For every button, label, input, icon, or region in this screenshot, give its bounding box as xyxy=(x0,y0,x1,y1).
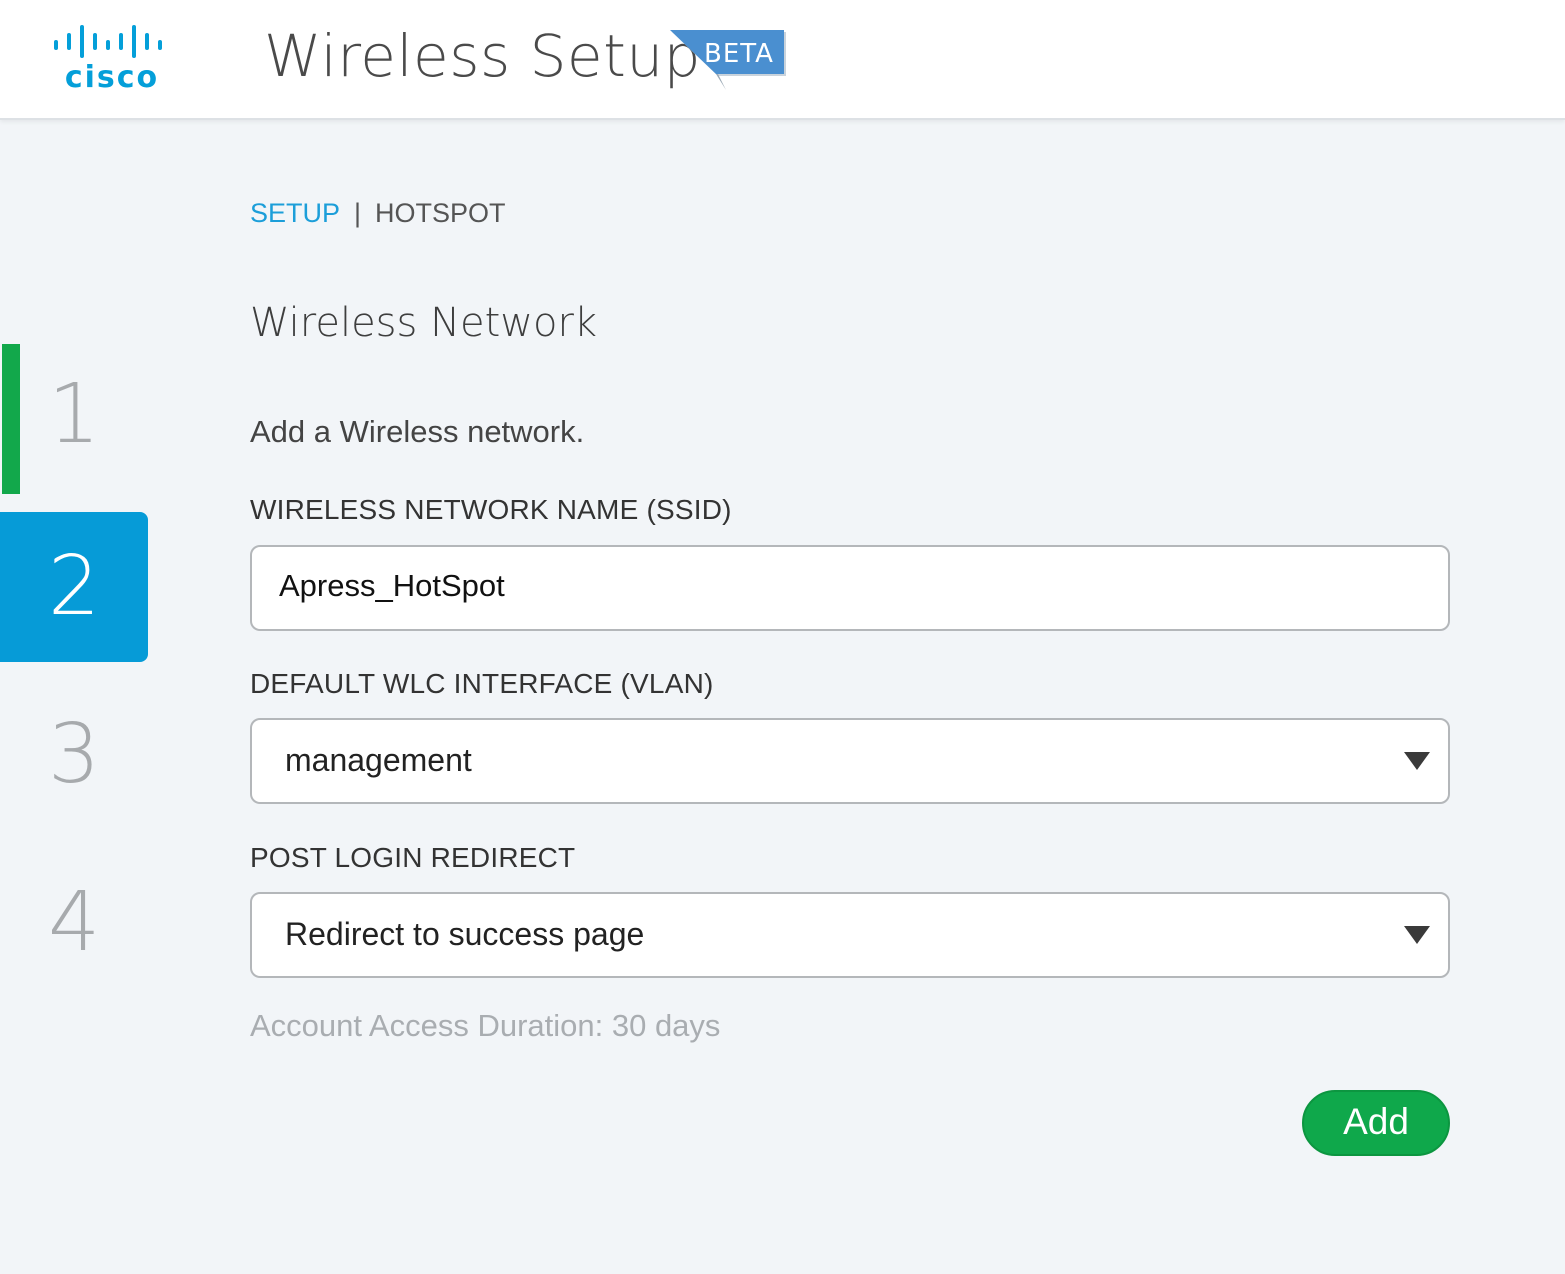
page-title: Wireless Network xyxy=(250,300,598,346)
form-intro: Add a Wireless network. xyxy=(250,414,585,449)
ssid-field[interactable] xyxy=(250,545,1450,631)
breadcrumb-setup-link[interactable]: SETUP xyxy=(250,198,340,228)
access-duration-note: Account Access Duration: 30 days xyxy=(250,1008,721,1043)
ssid-input[interactable] xyxy=(279,568,1379,604)
step-3[interactable]: 3 xyxy=(0,680,148,830)
app-header: cisco Wireless Setup BETA xyxy=(0,0,1565,120)
step-2-active[interactable]: 2 xyxy=(0,512,148,662)
beta-label: BETA xyxy=(704,39,774,69)
cisco-logo-text: cisco xyxy=(64,60,160,95)
breadcrumb: SETUP | HOTSPOT xyxy=(250,198,506,229)
vlan-select[interactable]: management xyxy=(250,718,1450,804)
step-1[interactable]: 1 xyxy=(0,340,148,494)
redirect-select[interactable]: Redirect to success page xyxy=(250,892,1450,978)
beta-badge: BETA xyxy=(668,30,792,94)
add-button[interactable]: Add xyxy=(1302,1090,1450,1156)
redirect-selected-value: Redirect to success page xyxy=(285,916,645,952)
vlan-selected-value: management xyxy=(285,742,472,778)
app-title: Wireless Setup xyxy=(264,22,701,90)
breadcrumb-separator: | xyxy=(354,198,362,228)
ssid-label: WIRELESS NETWORK NAME (SSID) xyxy=(250,494,732,525)
redirect-label: POST LOGIN REDIRECT xyxy=(250,842,576,873)
cisco-bridge-icon xyxy=(54,25,162,58)
caret-down-icon[interactable] xyxy=(1404,926,1430,944)
caret-down-icon[interactable] xyxy=(1404,752,1430,770)
breadcrumb-hotspot: HOTSPOT xyxy=(375,198,506,228)
step-4[interactable]: 4 xyxy=(0,848,148,998)
vlan-label: DEFAULT WLC INTERFACE (VLAN) xyxy=(250,668,714,699)
cisco-logo[interactable]: cisco xyxy=(52,22,176,95)
